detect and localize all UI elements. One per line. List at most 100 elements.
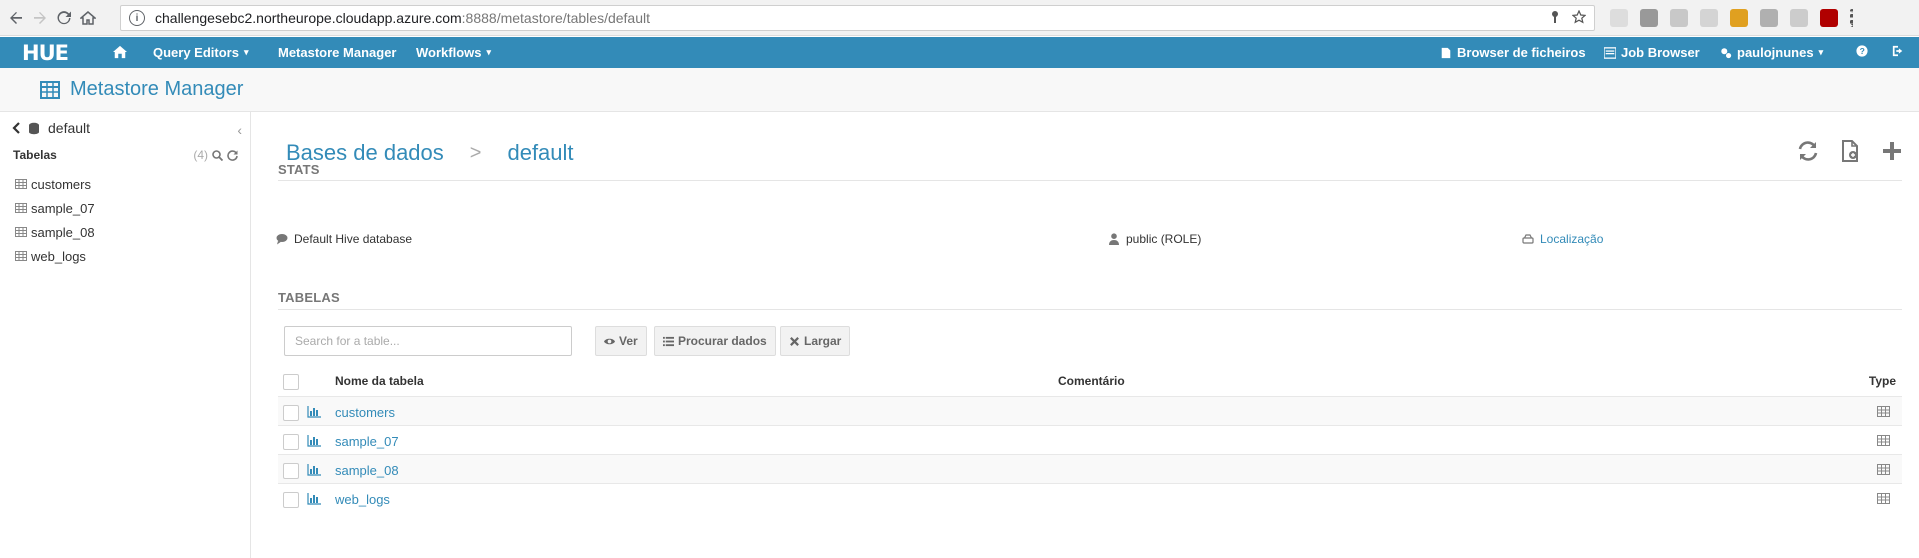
eyedropper-extension-icon[interactable]: [1760, 9, 1778, 27]
extension-icons: [1610, 9, 1854, 27]
table-type-icon: [1877, 493, 1890, 504]
database-name: default: [48, 120, 91, 136]
chevron-down-icon: ▾: [243, 47, 249, 57]
divider: [278, 309, 1902, 310]
bar-chart-icon[interactable]: [307, 406, 321, 418]
bookmark-star-icon[interactable]: [1572, 10, 1586, 24]
stats-title: STATS: [278, 162, 320, 177]
plus-icon[interactable]: [1881, 140, 1903, 162]
back-chevron-icon[interactable]: [12, 122, 20, 134]
browser-toolbar: i challengesebc2.northeurope.cloudapp.az…: [0, 0, 1919, 36]
tables-title: TABELAS: [278, 290, 340, 305]
logout-icon[interactable]: [1892, 45, 1904, 57]
url-host: challengesebc2.northeurope.cloudapp.azur…: [155, 10, 462, 26]
drop-button[interactable]: Largar: [780, 326, 851, 356]
drop-button-label: Largar: [804, 334, 842, 348]
divider: [278, 180, 1902, 181]
list-icon: [663, 336, 674, 346]
list-item[interactable]: customers: [15, 172, 95, 196]
gears-icon: [1721, 47, 1732, 58]
table-type-icon: [1877, 464, 1890, 475]
search-icon[interactable]: [212, 149, 223, 161]
table-name-link[interactable]: web_logs: [335, 492, 390, 507]
query-editors-menu[interactable]: Query Editors ▾: [153, 45, 249, 60]
username-label: paulojnunes: [1737, 45, 1814, 60]
column-header-name[interactable]: Nome da tabela: [335, 374, 424, 388]
table-type-icon: [1877, 406, 1890, 417]
table-type-icon: [1877, 435, 1890, 446]
refresh-icon[interactable]: [1797, 140, 1819, 162]
row-checkbox[interactable]: [283, 463, 299, 479]
main-content: Bases de dados > default STATS Default H…: [252, 112, 1919, 558]
table-header-row: Nome da tabela Comentário Type: [278, 366, 1902, 396]
key-icon[interactable]: [1548, 10, 1562, 24]
list-item[interactable]: sample_07: [15, 196, 95, 220]
query-editors-label: Query Editors: [153, 45, 239, 60]
collapse-panel-icon[interactable]: ‹: [237, 122, 242, 138]
bar-chart-icon[interactable]: [307, 464, 321, 476]
face-extension-icon[interactable]: [1730, 9, 1748, 27]
database-location[interactable]: Localização: [1522, 232, 1603, 246]
bar-chart-icon[interactable]: [307, 435, 321, 447]
select-all-checkbox[interactable]: [283, 374, 299, 390]
comment-text: Default Hive database: [294, 232, 413, 246]
mirror-extension-icon[interactable]: [1700, 9, 1718, 27]
workflows-menu[interactable]: Workflows ▾: [416, 45, 491, 60]
row-checkbox[interactable]: [283, 405, 299, 421]
edit-extension-icon[interactable]: [1790, 9, 1808, 27]
owner-text: public (ROLE): [1126, 232, 1202, 246]
menu-kebab-icon[interactable]: [1850, 9, 1854, 27]
row-checkbox[interactable]: [283, 492, 299, 508]
table-name: customers: [31, 176, 91, 192]
import-file-icon[interactable]: [1839, 140, 1861, 162]
table-icon: [15, 251, 27, 261]
address-bar[interactable]: i challengesebc2.northeurope.cloudapp.az…: [120, 5, 1595, 31]
svg-text:?: ?: [1860, 46, 1865, 56]
row-checkbox[interactable]: [283, 434, 299, 450]
column-header-comment[interactable]: Comentário: [1058, 374, 1125, 388]
help-icon[interactable]: ?: [1856, 45, 1868, 57]
bar-chart-icon[interactable]: [307, 493, 321, 505]
table-name: sample_07: [31, 200, 95, 216]
table-search-input[interactable]: [284, 326, 572, 356]
location-link[interactable]: Localização: [1540, 232, 1603, 246]
table-name: sample_08: [31, 224, 95, 240]
camera-extension-icon[interactable]: [1610, 9, 1628, 27]
comment-icon: [276, 234, 288, 245]
file-icon: [1441, 47, 1451, 58]
file-browser-link[interactable]: Browser de ficheiros: [1440, 45, 1586, 60]
table-icon: [15, 179, 27, 189]
refresh-icon[interactable]: [227, 149, 238, 161]
list-icon: [1604, 46, 1616, 59]
database-selector[interactable]: default: [12, 120, 90, 136]
save-extension-icon[interactable]: [1640, 9, 1658, 27]
reload-icon[interactable]: [52, 6, 76, 30]
table-name-link[interactable]: customers: [335, 405, 395, 420]
hue-logo[interactable]: HUE: [22, 41, 69, 65]
column-header-type[interactable]: Type: [1869, 374, 1896, 388]
breadcrumb-current[interactable]: default: [507, 140, 573, 166]
cast-extension-icon[interactable]: [1670, 9, 1688, 27]
breadcrumb-separator: >: [469, 141, 482, 164]
job-browser-link[interactable]: Job Browser: [1604, 45, 1700, 60]
list-item[interactable]: sample_08: [15, 220, 95, 244]
back-icon[interactable]: [4, 6, 28, 30]
home-icon[interactable]: [112, 45, 128, 59]
forward-icon[interactable]: [28, 6, 52, 30]
tables-tools: (4): [193, 148, 238, 162]
home-browser-icon[interactable]: [76, 6, 100, 30]
view-button[interactable]: Ver: [595, 326, 647, 356]
close-icon: [790, 336, 799, 346]
metastore-manager-link[interactable]: Metastore Manager: [278, 45, 396, 60]
ublock-extension-icon[interactable]: [1820, 9, 1838, 27]
sub-header: Metastore Manager: [0, 68, 1919, 112]
info-icon[interactable]: i: [129, 10, 145, 26]
browse-data-button[interactable]: Procurar dados: [654, 326, 776, 356]
list-item[interactable]: web_logs: [15, 244, 95, 268]
eye-icon: [604, 338, 615, 344]
table-name-link[interactable]: sample_07: [335, 434, 399, 449]
job-browser-label: Job Browser: [1621, 45, 1700, 60]
table-name-link[interactable]: sample_08: [335, 463, 399, 478]
user-menu[interactable]: paulojnunes ▾: [1720, 45, 1823, 60]
tables-table: Nome da tabela Comentário Type customers…: [278, 366, 1902, 512]
